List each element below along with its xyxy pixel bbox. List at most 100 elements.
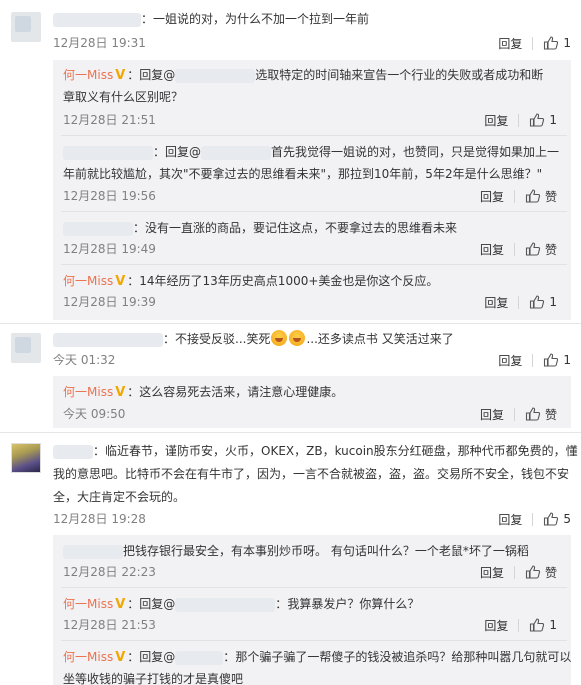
like-button[interactable]: 1 xyxy=(543,35,571,51)
thumbs-up-icon xyxy=(530,295,545,309)
verified-badge-icon: V xyxy=(115,274,126,289)
thumbs-up-icon xyxy=(530,618,545,632)
reply-text: 把钱存银行最安全，有本事别炒币呀。 有句话叫什么？一个老鼠*坏了一锅稻 xyxy=(63,540,529,562)
comment-actions: 回复 1 xyxy=(498,352,571,368)
reply-text: ：回复@ 首先我觉得一姐说的对，也赞同，只是觉得如果加上一 xyxy=(63,141,559,163)
verified-badge-icon: V xyxy=(115,68,126,83)
like-button[interactable]: 赞 xyxy=(525,564,557,581)
reply-button[interactable]: 回复 xyxy=(484,617,508,634)
reply-time: 12月28日 19:56 xyxy=(63,189,156,203)
reply-time: 12月28日 21:53 xyxy=(63,618,156,632)
reply-button[interactable]: 回复 xyxy=(484,112,508,129)
reply-time: 12月28日 19:39 xyxy=(63,295,156,309)
username[interactable] xyxy=(53,444,93,459)
user-avatar[interactable] xyxy=(11,333,41,363)
reply-button[interactable]: 回复 xyxy=(498,352,522,369)
username[interactable]: 何一Miss xyxy=(63,597,113,611)
like-label: 赞 xyxy=(544,189,557,204)
like-count: 1 xyxy=(549,618,557,632)
reply-time: 12月28日 19:49 xyxy=(63,242,156,256)
reply-button[interactable]: 回复 xyxy=(480,406,504,423)
like-label: 赞 xyxy=(544,407,557,422)
comment-actions: 回复 1 xyxy=(498,35,571,51)
thumbs-up-icon xyxy=(525,407,541,421)
mention[interactable] xyxy=(175,650,224,665)
like-button[interactable]: 1 xyxy=(529,294,557,310)
thumbs-up-icon xyxy=(525,189,541,203)
thumbs-up-icon xyxy=(525,565,541,579)
reply-actions: 回复 赞 xyxy=(480,406,557,422)
reply-time: 12月28日 22:23 xyxy=(63,565,156,579)
username[interactable] xyxy=(63,544,123,559)
comment-text-cont: 全，大庄肯定不会玩的。 xyxy=(53,490,186,504)
laugh-emoji-icon xyxy=(271,330,288,346)
comment-text-cont: 我的意思吧。比特币不会在有牛市了，因为，一言不合就被盗，盗，盗。交易所不安全，钱… xyxy=(53,467,570,481)
username[interactable]: 何一Miss xyxy=(63,650,113,664)
reply-button[interactable]: 回复 xyxy=(480,564,504,581)
reply-button[interactable]: 回复 xyxy=(498,511,522,528)
reply-time: 今天 09:50 xyxy=(63,407,126,421)
mention[interactable] xyxy=(175,597,276,612)
reply-text: ：没有一直涨的商品，要记住这点，不要拿过去的思维看未来 xyxy=(63,217,457,239)
like-count: 5 xyxy=(563,512,571,526)
like-button[interactable]: 1 xyxy=(529,617,557,633)
laugh-emoji-icon xyxy=(289,330,306,346)
username[interactable]: 何一Miss xyxy=(63,274,113,288)
like-button[interactable]: 赞 xyxy=(525,188,557,205)
user-avatar[interactable] xyxy=(11,443,41,473)
reply-text: 何一Miss V ：14年经历了13年历史高点1000+美金也是你这个反应。 xyxy=(63,270,438,293)
username[interactable] xyxy=(63,221,133,236)
reply-button[interactable]: 回复 xyxy=(498,35,522,52)
thumbs-up-icon xyxy=(544,353,559,367)
reply-button[interactable]: 回复 xyxy=(480,188,504,205)
thumbs-up-icon xyxy=(530,113,545,127)
user-avatar[interactable] xyxy=(11,12,41,42)
reply-text-cont: 章取义有什么区别呢？ xyxy=(63,90,184,104)
like-count: 1 xyxy=(549,113,557,127)
username[interactable]: 何一Miss xyxy=(63,385,113,399)
reply-actions: 回复 1 xyxy=(484,112,557,128)
username[interactable] xyxy=(53,12,141,27)
verified-badge-icon: V xyxy=(115,650,126,665)
comment-text: ：不接受反驳...笑死 ...还多读点书 又笑活过来了 xyxy=(53,328,454,350)
thumbs-up-icon xyxy=(544,36,559,50)
comment-actions: 回复 5 xyxy=(498,511,571,527)
reply-text: 何一Miss V ：这么容易死去活来，请注意心理健康。 xyxy=(63,381,343,404)
verified-badge-icon: V xyxy=(115,385,126,400)
like-button[interactable]: 1 xyxy=(543,352,571,368)
reply-text: 何一Miss V ：回复@ ：我算暴发户？你算什么？ xyxy=(63,593,419,616)
comment-time: 12月28日 19:28 xyxy=(53,512,146,526)
reply-actions: 回复 赞 xyxy=(480,564,557,580)
username[interactable]: 何一Miss xyxy=(63,68,113,82)
like-label: 赞 xyxy=(544,565,557,580)
like-count: 1 xyxy=(549,295,557,309)
like-button[interactable]: 5 xyxy=(543,511,571,527)
comment-text: ：临近春节，谨防币安，火币，OKEX，ZB，kucoin股东分红砸盘，那种代币都… xyxy=(53,440,578,462)
comment-text: ：一姐说的对，为什么不加一个拉到一年前 xyxy=(53,8,369,30)
reply-actions: 回复 赞 xyxy=(480,241,557,257)
reply-text-cont: 坐等收钱的骗子打钱的才是真傻吧 xyxy=(63,672,244,685)
like-button[interactable]: 赞 xyxy=(525,406,557,423)
username[interactable] xyxy=(53,332,163,347)
reply-actions: 回复 1 xyxy=(484,617,557,633)
reply-button[interactable]: 回复 xyxy=(480,241,504,258)
like-button[interactable]: 1 xyxy=(529,112,557,128)
like-count: 1 xyxy=(563,353,571,367)
mention[interactable] xyxy=(201,145,272,160)
like-label: 赞 xyxy=(544,242,557,257)
reply-text: 何一Miss V ：回复@ ：那个骗子骗了一帮傻子的钱没被追杀吗？给那种叫嚣几句就可以 xyxy=(63,646,571,669)
verified-badge-icon: V xyxy=(115,597,126,612)
like-button[interactable]: 赞 xyxy=(525,241,557,258)
like-count: 1 xyxy=(563,36,571,50)
mention[interactable] xyxy=(175,68,256,83)
username[interactable] xyxy=(63,145,153,160)
reply-text: 何一Miss V ：回复@ 选取特定的时间轴来宣告一个行业的失败或者成功和断 xyxy=(63,64,543,87)
thumbs-up-icon xyxy=(525,242,541,256)
reply-button[interactable]: 回复 xyxy=(484,294,508,311)
reply-time: 12月28日 21:51 xyxy=(63,113,156,127)
comment-time: 今天 01:32 xyxy=(53,353,116,367)
comment-time: 12月28日 19:31 xyxy=(53,36,146,50)
reply-text-cont: 年前就比较尴尬，其次"不要拿过去的思维看未来"，那拉到10年前，5年2年是什么思… xyxy=(63,167,543,181)
thumbs-up-icon xyxy=(544,512,559,526)
reply-actions: 回复 1 xyxy=(484,294,557,310)
